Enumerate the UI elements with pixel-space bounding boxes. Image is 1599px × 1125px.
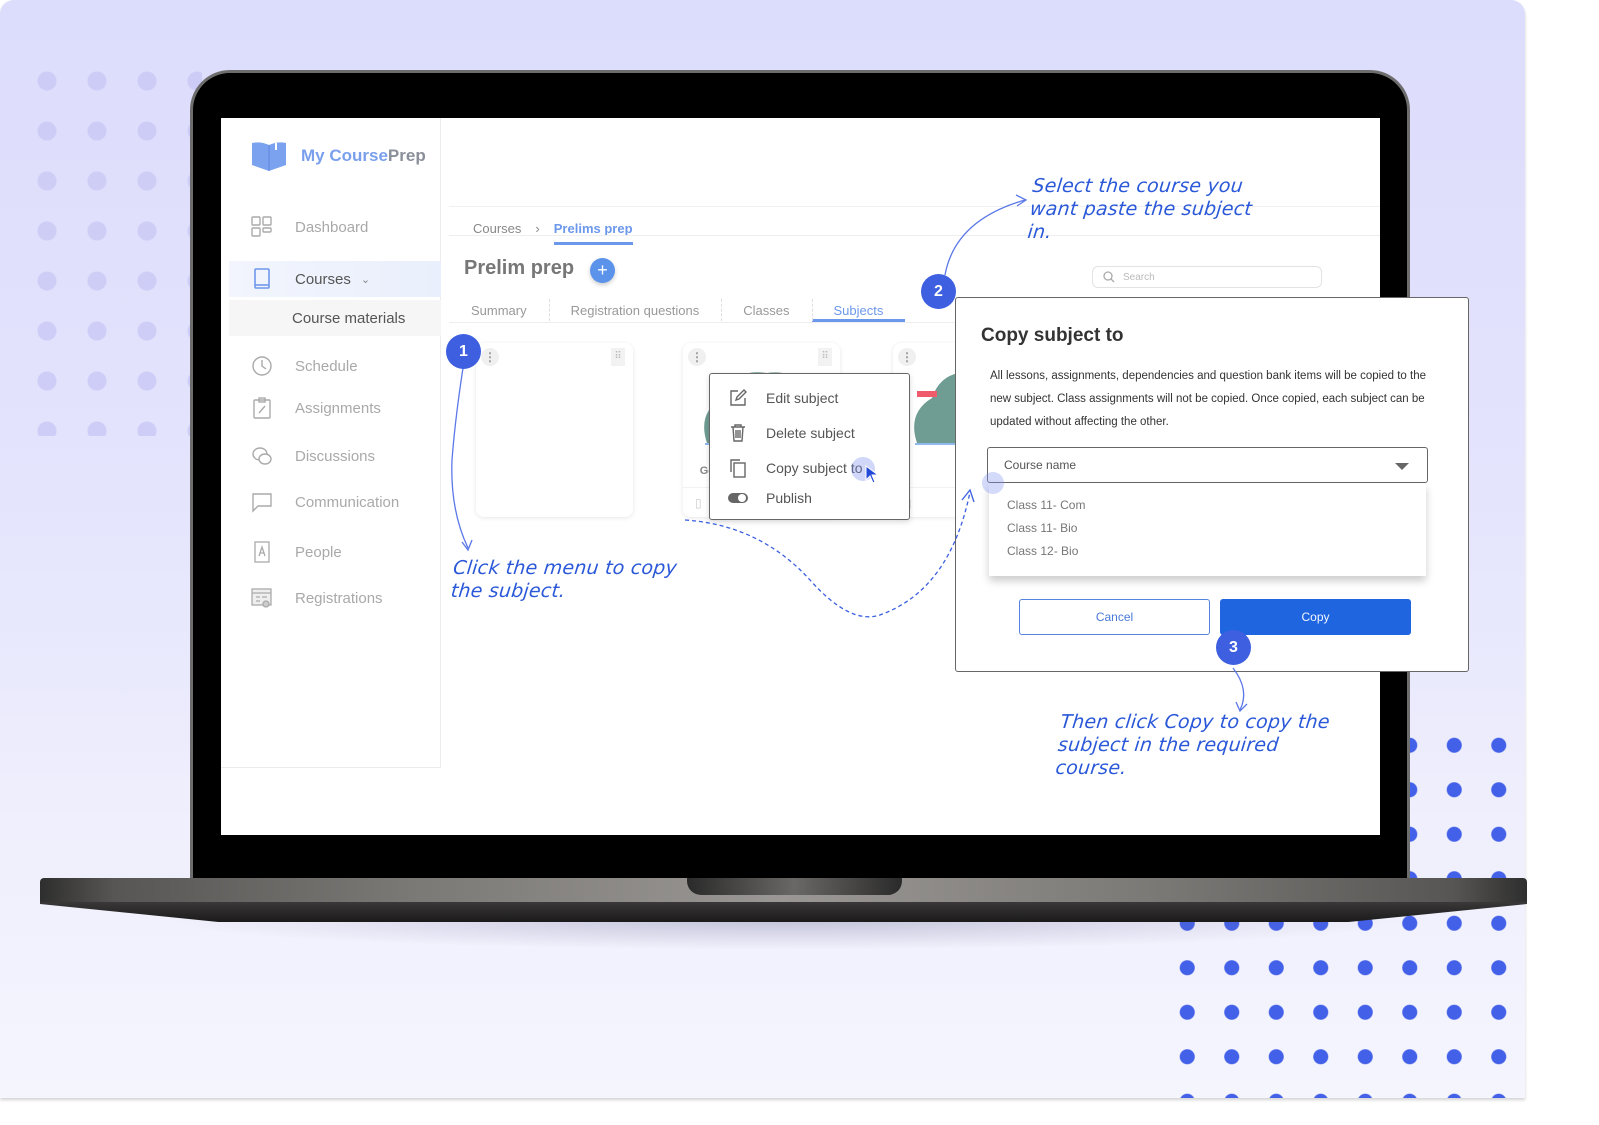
contact-book-icon (254, 541, 270, 563)
course-name-select[interactable]: Course name (987, 447, 1428, 483)
tab-subjects[interactable]: Subjects (811, 295, 906, 322)
logo[interactable]: My CoursePrep (251, 140, 426, 172)
sidebar-item-schedule[interactable]: Schedule (229, 348, 441, 384)
laptop-shadow (160, 920, 1410, 950)
step-marker-3: 3 (1216, 630, 1251, 665)
course-options-list: Class 11- Com Class 11- Bio Class 12- Bi… (989, 483, 1426, 576)
step-marker-1: 1 (446, 334, 481, 369)
course-option[interactable]: Class 11- Com (989, 495, 1426, 518)
search-icon (1103, 271, 1115, 283)
book-icon (254, 268, 270, 289)
breadcrumb-current[interactable]: Prelims prep (553, 221, 633, 245)
sidebar-item-label: Discussions (295, 447, 376, 465)
add-button[interactable]: + (590, 258, 615, 283)
sidebar-item-people[interactable]: People (229, 534, 441, 570)
sidebar-item-label: Registrations (295, 589, 383, 607)
sidebar: My CoursePrep Dashboard Courses ⌄ Course… (221, 118, 441, 768)
edit-icon (730, 389, 747, 406)
tab-classes[interactable]: Classes (721, 295, 811, 322)
app-name: My CoursePrep (301, 146, 426, 165)
menu-item-publish[interactable]: Publish (728, 488, 812, 508)
kebab-menu-icon[interactable]: ⋮ (481, 348, 499, 366)
annotation-step3: Then click Copy to copy the subject in t… (1054, 711, 1331, 779)
sidebar-item-label: Course materials (292, 309, 406, 327)
course-option[interactable]: Class 11- Bio (989, 518, 1426, 541)
sidebar-item-courses[interactable]: Courses ⌄ (229, 261, 441, 297)
sidebar-item-registrations[interactable]: Registrations (229, 580, 441, 616)
clock-icon (252, 356, 272, 376)
menu-item-label: Copy subject to (766, 460, 863, 476)
search-placeholder: Search (1123, 271, 1155, 283)
menu-item-edit-subject[interactable]: Edit subject (728, 388, 838, 408)
context-menu: Edit subject Delete subject Copy subject… (709, 373, 910, 520)
menu-item-label: Delete subject (766, 425, 855, 441)
select-placeholder: Course name (1004, 458, 1077, 472)
subject-card[interactable]: ⋮ ⠿ (476, 343, 633, 517)
breadcrumb-courses[interactable]: Courses (473, 221, 521, 236)
menu-item-label: Publish (766, 490, 812, 506)
cursor-icon (865, 465, 880, 484)
sidebar-item-label: Communication (295, 493, 400, 511)
toggle-icon (728, 493, 748, 503)
sidebar-item-course-materials[interactable]: Course materials (229, 300, 441, 336)
sidebar-item-label: Dashboard (295, 218, 369, 236)
caret-down-icon (1395, 463, 1409, 470)
decorative-dots (22, 56, 202, 436)
trash-icon (731, 424, 745, 442)
laptop-notch (687, 878, 902, 895)
cancel-button[interactable]: Cancel (1019, 599, 1210, 635)
sidebar-item-label: Assignments (295, 399, 381, 417)
course-option[interactable]: Class 12- Bio (989, 541, 1426, 564)
annotation-step2: Select the course you want paste the sub… (1026, 175, 1254, 243)
annotation-step1: Click the menu to copy the subject. (449, 557, 679, 602)
dialog-title: Copy subject to (981, 325, 1124, 346)
copy-button[interactable]: Copy (1220, 599, 1411, 635)
menu-item-delete-subject[interactable]: Delete subject (728, 423, 855, 443)
message-icon (252, 493, 272, 513)
menu-item-copy-subject-to[interactable]: Copy subject to (728, 458, 863, 478)
sidebar-item-assignments[interactable]: Assignments (229, 390, 441, 426)
clipboard-icon (253, 397, 271, 419)
chevron-right-icon: › (535, 221, 540, 236)
sidebar-item-label: Schedule (295, 357, 358, 375)
chevron-down-icon: ⌄ (360, 273, 371, 286)
laptop-base (40, 878, 1527, 924)
tab-registration-questions[interactable]: Registration questions (548, 295, 722, 322)
chat-bubbles-icon (252, 447, 272, 465)
book-icon[interactable]: ▯ (695, 496, 702, 510)
page-title: Prelim prep (464, 257, 575, 279)
breadcrumb: Courses › Prelims prep (473, 212, 633, 245)
drag-handle-icon[interactable]: ⠿ (611, 348, 625, 366)
step-marker-2: 2 (921, 274, 956, 309)
dashboard-icon (251, 216, 272, 237)
sidebar-item-label: People (295, 543, 342, 561)
search-input[interactable]: Search (1092, 266, 1322, 288)
sidebar-item-communication[interactable]: Communication (229, 484, 441, 520)
sidebar-item-discussions[interactable]: Discussions (229, 438, 441, 474)
book-logo-icon (252, 142, 286, 171)
dialog-description: All lessons, assignments, dependencies a… (990, 370, 1426, 428)
tab-summary[interactable]: Summary (449, 295, 549, 322)
menu-item-label: Edit subject (766, 390, 839, 406)
copy-icon (730, 459, 746, 478)
sidebar-item-label: Courses (295, 270, 351, 288)
copy-subject-dialog: Copy subject to All lessons, assignments… (955, 297, 1469, 672)
sidebar-item-dashboard[interactable]: Dashboard (229, 209, 441, 245)
registration-icon (251, 588, 272, 608)
click-indicator (982, 472, 1004, 494)
